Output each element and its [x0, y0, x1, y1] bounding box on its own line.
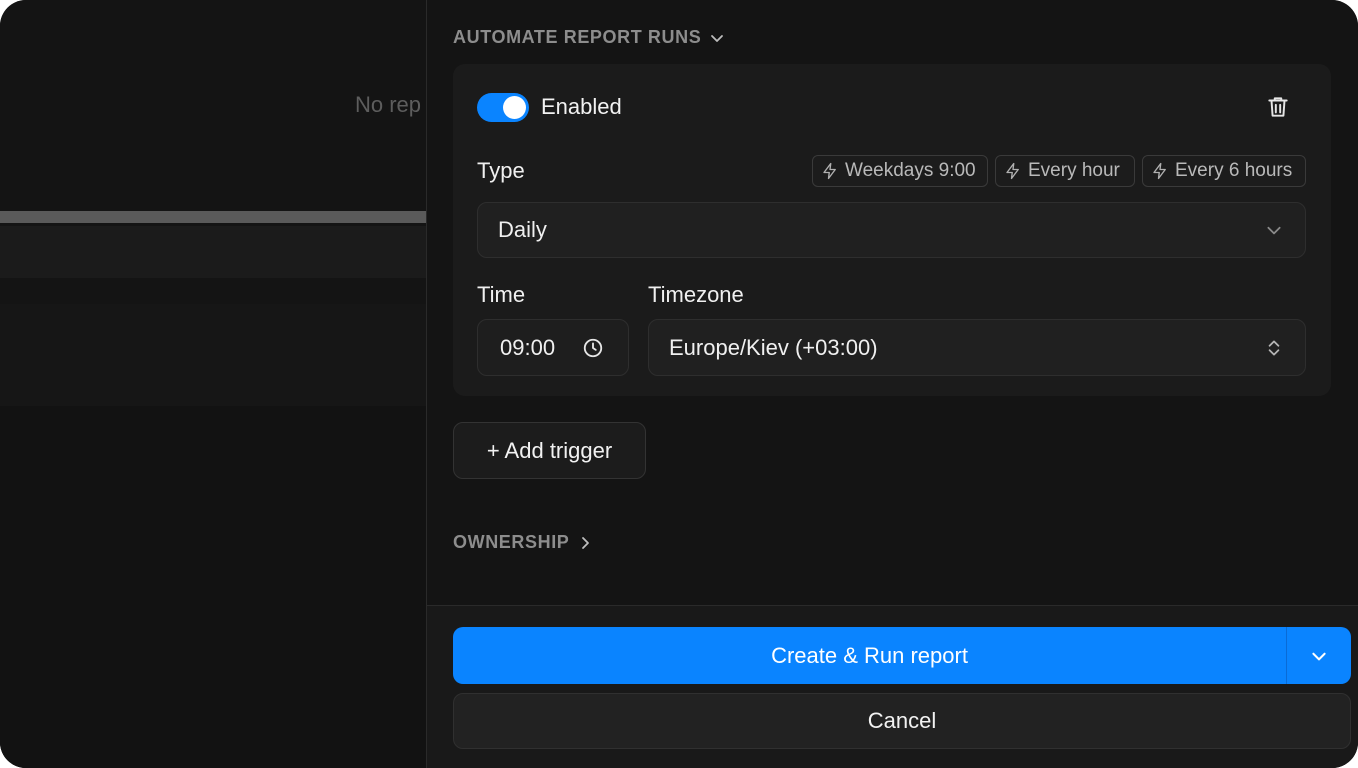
trash-icon[interactable] [1265, 94, 1291, 120]
background-area [0, 406, 427, 768]
automate-section-title: AUTOMATE REPORT RUNS [453, 27, 702, 47]
chevron-down-icon [1312, 652, 1326, 660]
timezone-value: Europe/Kiev (+03:00) [669, 334, 878, 360]
create-run-report-button[interactable]: Create & Run report [453, 627, 1286, 684]
panel-footer: Create & Run report Cancel [427, 605, 1358, 768]
chevron-right-icon [582, 536, 590, 549]
empty-state-text: No rep [355, 92, 422, 117]
type-label: Type [477, 158, 525, 183]
preset-every-6-hours[interactable]: Every 6 hours [1142, 155, 1306, 187]
automate-section-header[interactable]: AUTOMATE REPORT RUNS [453, 27, 725, 48]
ownership-section-header[interactable]: OWNERSHIP [453, 532, 593, 553]
chevron-down-icon [711, 34, 724, 42]
background-app: No rep [0, 0, 427, 768]
chevron-down-icon [1267, 226, 1281, 235]
chevron-up-down-icon [1268, 340, 1280, 355]
timezone-label: Timezone [648, 282, 744, 307]
time-value: 09:00 [500, 334, 556, 360]
preset-label: Every hour [1028, 160, 1120, 181]
create-run-split-button: Create & Run report [453, 627, 1351, 684]
trigger-card: Enabled Type Weekdays 9:00 Every hour Ev… [453, 64, 1331, 396]
add-trigger-button[interactable]: + Add trigger [453, 422, 646, 479]
type-select-value: Daily [498, 217, 547, 242]
toggle-knob [503, 96, 526, 119]
timezone-select[interactable]: Europe/Kiev (+03:00) [648, 319, 1306, 376]
lightning-icon [1153, 162, 1166, 180]
time-label: Time [477, 282, 526, 307]
ownership-section-title: OWNERSHIP [453, 532, 570, 552]
preset-label: Weekdays 9:00 [845, 160, 976, 181]
lightning-icon [1006, 162, 1019, 180]
preset-every-hour[interactable]: Every hour [995, 155, 1135, 187]
background-divider [0, 211, 427, 223]
background-row [0, 304, 427, 406]
cancel-button[interactable]: Cancel [453, 693, 1351, 749]
app-window: No rep AUTOMATE REPORT RUNS Enabled Type… [0, 0, 1358, 768]
lightning-icon [823, 162, 836, 180]
background-row [0, 226, 427, 278]
preset-weekdays[interactable]: Weekdays 9:00 [812, 155, 988, 187]
clock-icon[interactable] [582, 337, 604, 359]
type-select[interactable]: Daily [477, 202, 1306, 258]
more-options-button[interactable] [1287, 627, 1351, 684]
time-input[interactable]: 09:00 [477, 319, 629, 376]
report-settings-panel: AUTOMATE REPORT RUNS Enabled Type Weekda… [426, 0, 1358, 768]
enabled-toggle[interactable] [477, 93, 529, 122]
enabled-label: Enabled [541, 94, 622, 119]
preset-label: Every 6 hours [1175, 160, 1293, 181]
